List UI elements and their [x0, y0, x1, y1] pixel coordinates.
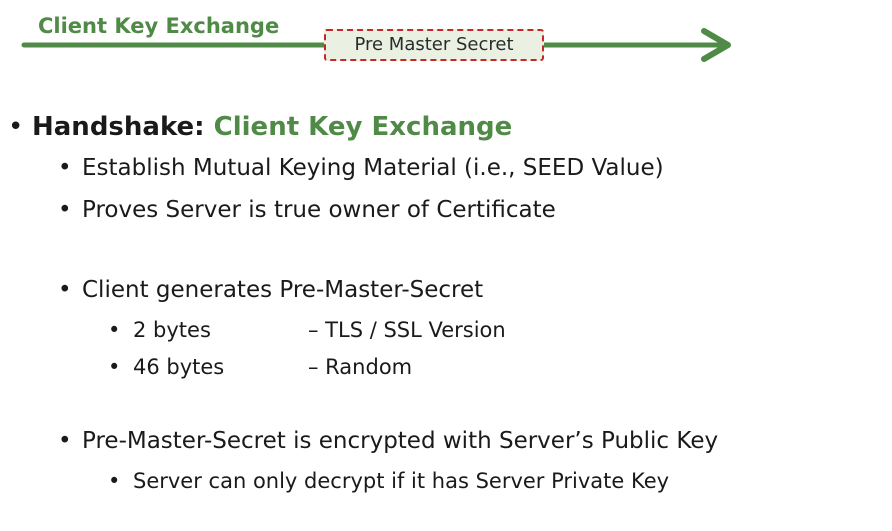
slide-heading: • Handshake: Client Key Exchange: [8, 112, 512, 142]
bullet-text: Proves Server is true owner of Certifica…: [82, 197, 556, 223]
bullet-part-random: • 46 bytes – Random: [108, 355, 412, 379]
bullet: •: [108, 469, 121, 493]
bullet-decrypt-note: • Server can only decrypt if it has Serve…: [108, 469, 669, 493]
bullet: •: [58, 428, 72, 454]
bullet-text: Pre-Master-Secret is encrypted with Serv…: [82, 428, 719, 454]
part-desc: – TLS / SSL Version: [308, 318, 506, 342]
bullet-text: Server can only decrypt if it has Server…: [133, 469, 670, 493]
bullet: •: [58, 197, 72, 223]
heading-prefix: Handshake:: [32, 112, 205, 142]
arrow-label: Client Key Exchange: [38, 14, 280, 38]
bullet-part-version: • 2 bytes – TLS / SSL Version: [108, 318, 506, 342]
bullet-encrypted: • Pre-Master-Secret is encrypted with Ser…: [58, 428, 718, 454]
pre-master-secret-box: Pre Master Secret: [324, 29, 544, 61]
part-size: 2 bytes: [133, 318, 211, 342]
part-desc: – Random: [308, 355, 413, 379]
bullet-client-generates: • Client generates Pre-Master-Secret: [58, 277, 483, 303]
bullet-text: Client generates Pre-Master-Secret: [82, 277, 484, 303]
bullet: •: [108, 355, 121, 379]
part-size: 46 bytes: [133, 355, 225, 379]
heading-topic: Client Key Exchange: [213, 112, 513, 142]
pre-master-secret-label: Pre Master Secret: [354, 34, 514, 55]
bullet: •: [8, 112, 24, 142]
bullet: •: [108, 318, 121, 342]
bullet: •: [58, 155, 72, 181]
bullet-proves-owner: • Proves Server is true owner of Certific…: [58, 197, 556, 223]
bullet-text: Establish Mutual Keying Material (i.e., …: [82, 155, 664, 181]
bullet: •: [58, 277, 72, 303]
bullet-mutual-keying: • Establish Mutual Keying Material (i.e.,…: [58, 155, 664, 181]
